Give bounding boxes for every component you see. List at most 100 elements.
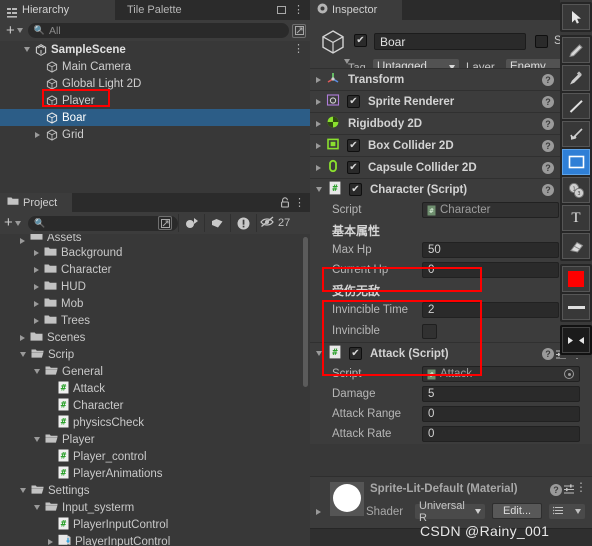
hierarchy-maximize-icon[interactable]	[277, 4, 288, 18]
chevron-right-icon[interactable]	[35, 131, 40, 138]
line-icon[interactable]	[562, 93, 590, 119]
chevron-down-icon[interactable]	[20, 352, 26, 357]
object-picker-icon[interactable]	[564, 369, 574, 379]
shader-edit-button[interactable]: Edit...	[492, 503, 542, 519]
component-enabled-checkbox[interactable]	[347, 139, 360, 152]
component-help-icon[interactable]: ?	[542, 73, 554, 86]
project-tree[interactable]: Assets Background Character HUD Mob Trees Scen…	[0, 234, 310, 546]
chevron-right-icon[interactable]	[34, 317, 39, 324]
tab-hierarchy[interactable]: Hierarchy	[0, 0, 115, 20]
project-scrollbar[interactable]	[303, 237, 308, 387]
fill-icon[interactable]	[562, 121, 590, 147]
gameobject-enabled-checkbox[interactable]	[354, 34, 367, 47]
tab-tile-palette[interactable]: Tile Palette	[120, 0, 191, 20]
attack-script-object-field[interactable]: # Attack	[422, 366, 580, 382]
rectangle-icon[interactable]	[562, 149, 590, 175]
gameobject-name-field[interactable]: Boar	[374, 33, 526, 50]
component-header-sprite-renderer[interactable]: Sprite Renderer ? ⋮	[310, 90, 592, 112]
hierarchy-search-input[interactable]: 🔍 All	[27, 23, 289, 38]
attack-range-input[interactable]: 0	[422, 406, 580, 422]
chevron-right-icon[interactable]	[34, 249, 39, 256]
shader-variant-dropdown[interactable]	[549, 504, 585, 519]
chevron-down-icon[interactable]	[34, 369, 40, 374]
chevron-right-icon[interactable]	[316, 98, 321, 105]
flip-horizontal-icon[interactable]	[562, 327, 590, 353]
project-item-attack[interactable]: # Attack	[0, 380, 310, 397]
chevron-right-icon[interactable]	[316, 120, 321, 127]
cursor-select-icon[interactable]	[562, 4, 590, 30]
chevron-right-icon[interactable]	[34, 266, 39, 273]
material-presets-icon[interactable]	[563, 483, 575, 498]
project-item-assets[interactable]: Assets	[0, 234, 310, 244]
warning-filter-icon[interactable]	[230, 214, 256, 232]
component-help-icon[interactable]: ?	[542, 117, 554, 130]
component-help-icon[interactable]: ?	[542, 95, 554, 108]
label-filter-icon[interactable]	[204, 214, 230, 232]
attack-rate-input[interactable]: 0	[422, 426, 580, 442]
chevron-right-icon[interactable]	[20, 334, 25, 341]
invincible-time-input[interactable]: 2	[422, 302, 559, 318]
chevron-down-icon[interactable]	[34, 437, 40, 442]
hierarchy-search-expand-icon[interactable]	[292, 23, 306, 38]
hierarchy-add-button[interactable]: +	[4, 23, 25, 38]
project-item-mob[interactable]: Mob	[0, 295, 310, 312]
project-item-playerinputcontrol[interactable]: PlayerInputControl	[0, 533, 310, 546]
shader-dropdown[interactable]: Universal R	[415, 500, 485, 524]
component-enabled-checkbox[interactable]	[347, 95, 360, 108]
project-item-input-systerm[interactable]: Input_systerm	[0, 499, 310, 516]
picker-icon[interactable]: 13	[562, 177, 590, 203]
project-search-input[interactable]: 🔍	[28, 215, 178, 231]
chevron-down-icon[interactable]	[316, 187, 322, 192]
hierarchy-item-grid[interactable]: Grid	[0, 126, 310, 143]
max-hp-input[interactable]: 50	[422, 242, 559, 258]
brush-icon[interactable]	[562, 65, 590, 91]
project-item-player[interactable]: Player	[0, 431, 310, 448]
component-enabled-checkbox[interactable]	[349, 183, 362, 196]
hierarchy-tree[interactable]: SampleScene ⋮ Main Camera Global Light 2…	[0, 41, 310, 193]
lock-icon[interactable]	[280, 197, 290, 208]
project-item-general[interactable]: General	[0, 363, 310, 380]
project-item-background[interactable]: Background	[0, 244, 310, 261]
project-item-player-control[interactable]: # Player_control	[0, 448, 310, 465]
project-item-trees[interactable]: Trees	[0, 312, 310, 329]
eraser-icon[interactable]	[562, 233, 590, 259]
component-header-transform[interactable]: Transform ? ⋮	[310, 68, 592, 90]
chevron-right-icon[interactable]	[316, 509, 321, 515]
hierarchy-item-boar[interactable]: Boar	[0, 109, 310, 126]
component-header-capsule-collider-2d[interactable]: Capsule Collider 2D ? ⋮	[310, 156, 592, 178]
current-hp-input[interactable]: 0	[422, 262, 559, 278]
component-help-icon[interactable]: ?	[542, 183, 554, 196]
project-item-settings[interactable]: Settings	[0, 482, 310, 499]
chevron-right-icon[interactable]	[48, 538, 53, 545]
chevron-down-icon[interactable]	[24, 47, 30, 52]
text-tool-icon[interactable]: T	[562, 205, 590, 231]
chevron-right-icon[interactable]	[316, 164, 321, 171]
project-item-playeranimations[interactable]: # PlayerAnimations	[0, 465, 310, 482]
color-swatch-icon[interactable]	[562, 266, 590, 292]
chevron-right-icon[interactable]	[34, 283, 39, 290]
project-item-character[interactable]: Character	[0, 261, 310, 278]
project-item-playerinputcontrol[interactable]: # PlayerInputControl	[0, 516, 310, 533]
chevron-down-icon[interactable]	[34, 505, 40, 510]
material-preview-thumbnail[interactable]	[330, 482, 364, 516]
tab-inspector[interactable]: Inspector	[310, 0, 402, 20]
asset-filter-icon[interactable]	[178, 214, 204, 232]
component-enabled-checkbox[interactable]	[347, 161, 360, 174]
line-width-icon[interactable]	[562, 294, 590, 320]
chevron-down-icon[interactable]	[20, 488, 26, 493]
project-item-scrip[interactable]: Scrip	[0, 346, 310, 363]
hierarchy-item-samplescene[interactable]: SampleScene ⋮	[0, 41, 310, 58]
project-item-character[interactable]: # Character	[0, 397, 310, 414]
chevron-right-icon[interactable]	[20, 238, 25, 244]
script-object-field[interactable]: # Character	[422, 202, 559, 218]
tab-project[interactable]: Project	[0, 193, 72, 212]
project-item-physicscheck[interactable]: # physicsCheck	[0, 414, 310, 431]
hidden-assets-count[interactable]: 27	[256, 214, 294, 232]
static-checkbox[interactable]	[535, 35, 548, 48]
component-help-icon[interactable]: ?	[542, 139, 554, 152]
component-header-rigidbody-2d[interactable]: Rigidbody 2D ? ⋮	[310, 112, 592, 134]
project-item-hud[interactable]: HUD	[0, 278, 310, 295]
project-item-scenes[interactable]: Scenes	[0, 329, 310, 346]
chevron-right-icon[interactable]	[316, 142, 321, 149]
damage-input[interactable]: 5	[422, 386, 580, 402]
